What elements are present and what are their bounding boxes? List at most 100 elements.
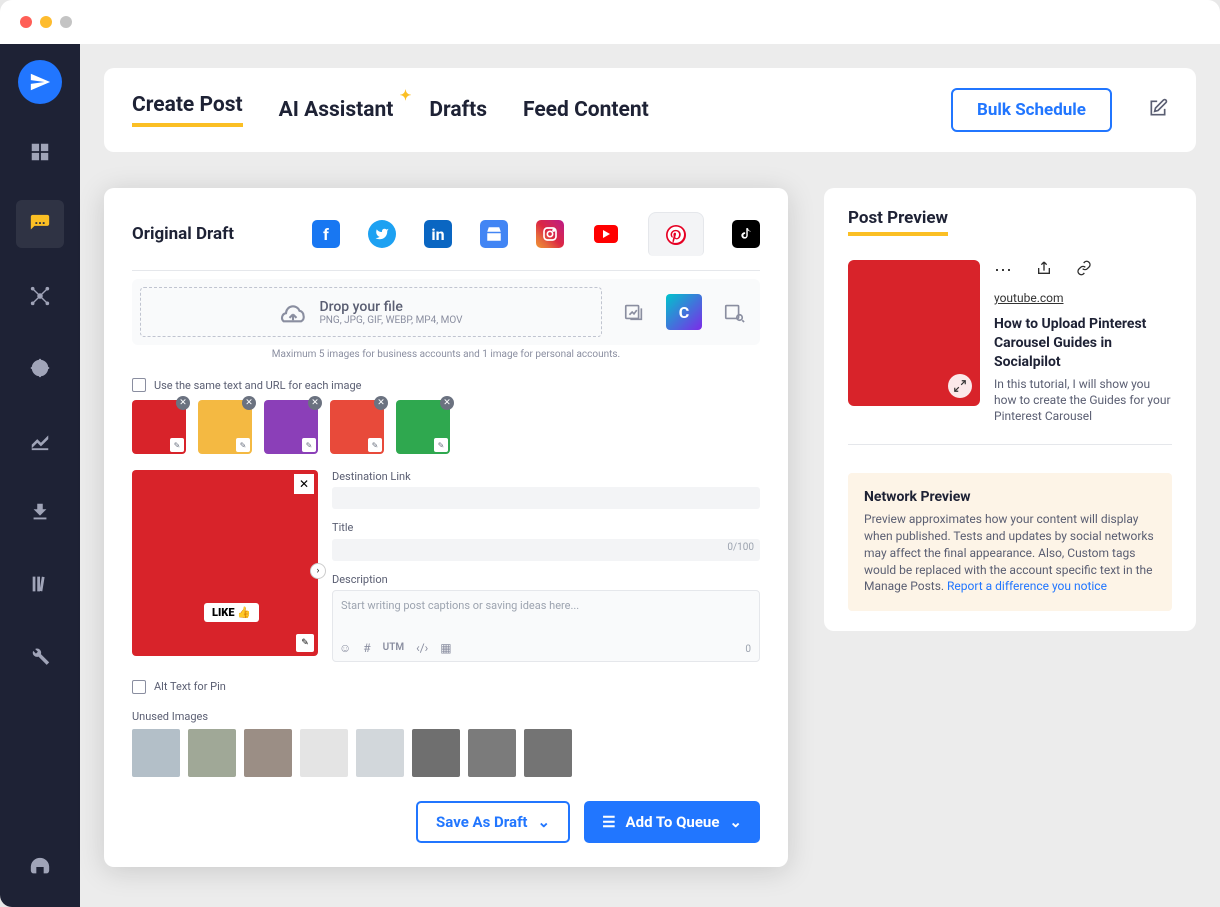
sidebar-target[interactable] [16,344,64,392]
bulk-schedule-button[interactable]: Bulk Schedule [951,88,1112,132]
window-titlebar [0,0,1220,44]
title-counter: 0/100 [727,542,754,553]
tab-create-post[interactable]: Create Post [132,93,243,127]
chevron-down-icon: ⌄ [538,813,551,831]
thumb-4[interactable]: ✕✎ [330,400,384,454]
link-icon[interactable] [1076,260,1092,281]
emoji-icon[interactable]: ☺ [339,641,351,655]
file-drop-zone[interactable]: Drop your file PNG, JPG, GIF, WEBP, MP4,… [140,287,602,337]
save-draft-button[interactable]: Save As Draft⌄ [416,801,570,843]
same-text-checkbox[interactable] [132,378,146,392]
expand-icon[interactable] [948,374,972,398]
linkedin-icon[interactable]: in [424,220,452,248]
thumb-remove-icon[interactable]: ✕ [308,396,322,410]
minimize-dot[interactable] [40,16,52,28]
thumb-3[interactable]: ✕✎ [264,400,318,454]
top-tabs: Create Post AI Assistant✦ Drafts Feed Co… [104,68,1196,152]
draft-editor: Original Draft f in [104,188,788,867]
unused-images [132,729,760,777]
preview-description: In this tutorial, I will show you how to… [994,376,1172,425]
chevron-down-icon: ⌄ [729,813,742,831]
sidebar-analytics[interactable] [16,416,64,464]
logo-icon[interactable] [18,60,62,104]
post-preview-panel: Post Preview ⋯ youtube.com [824,188,1196,631]
alt-text-checkbox[interactable] [132,680,146,694]
title-label: Title [332,521,760,534]
facebook-icon[interactable]: f [312,220,340,248]
like-badge: LIKE 👍 [204,603,259,622]
youtube-icon[interactable] [592,220,620,248]
sidebar-library[interactable] [16,560,64,608]
sidebar-support[interactable] [16,843,64,891]
media-library-icon[interactable] [616,294,652,330]
preview-headline: How to Upload Pinterest Carousel Guides … [994,315,1172,372]
title-input[interactable] [332,539,760,561]
upload-limit-note: Maximum 5 images for business accounts a… [132,349,760,360]
unused-thumb[interactable] [188,729,236,777]
canva-icon[interactable]: C [666,294,702,330]
drop-formats: PNG, JPG, GIF, WEBP, MP4, MOV [319,315,462,326]
thumb-remove-icon[interactable]: ✕ [440,396,454,410]
close-icon[interactable]: ✕ [294,474,314,494]
tiktok-icon[interactable] [732,220,760,248]
thumb-1[interactable]: ✕✎ [132,400,186,454]
description-placeholder: Start writing post captions or saving id… [341,599,579,612]
tab-drafts[interactable]: Drafts [429,98,487,122]
destination-link-label: Destination Link [332,470,760,483]
thumb-5[interactable]: ✕✎ [396,400,450,454]
image-thumbnails: ✕✎ ✕✎ ✕✎ ✕✎ ✕✎ [132,400,760,454]
tab-ai-assistant[interactable]: AI Assistant✦ [279,98,394,122]
close-dot[interactable] [20,16,32,28]
report-link[interactable]: Report a difference you notice [947,579,1107,593]
pinterest-icon[interactable] [648,212,704,256]
destination-link-input[interactable] [332,487,760,509]
more-icon[interactable]: ⋯ [994,260,1012,281]
maximize-dot[interactable] [60,16,72,28]
sparkle-icon: ✦ [400,88,412,104]
description-counter: 0 [745,644,751,655]
thumb-edit-icon[interactable]: ✎ [302,438,316,452]
edit-image-icon[interactable]: ✎ [296,634,314,652]
tab-ai-label: AI Assistant [279,98,394,122]
unused-thumb[interactable] [300,729,348,777]
same-text-label: Use the same text and URL for each image [154,379,361,392]
preview-image [848,260,980,406]
preview-url[interactable]: youtube.com [994,291,1172,305]
unused-thumb[interactable] [468,729,516,777]
utm-button[interactable]: UTM [383,642,404,653]
unused-thumb[interactable] [412,729,460,777]
thumb-remove-icon[interactable]: ✕ [242,396,256,410]
thumb-edit-icon[interactable]: ✎ [368,438,382,452]
sidebar-dashboard[interactable] [16,128,64,176]
thumb-remove-icon[interactable]: ✕ [176,396,190,410]
thumb-edit-icon[interactable]: ✎ [236,438,250,452]
thumb-edit-icon[interactable]: ✎ [434,438,448,452]
hashtag-icon[interactable]: # [363,641,370,655]
sidebar-inbox[interactable] [16,488,64,536]
template-icon[interactable]: ▦ [440,641,451,655]
unused-thumb[interactable] [356,729,404,777]
compose-icon[interactable] [1148,98,1168,122]
instagram-icon[interactable] [536,220,564,248]
code-icon[interactable]: ‹/› [416,641,428,655]
unused-thumb[interactable] [244,729,292,777]
sidebar-posts[interactable] [16,200,64,248]
image-search-icon[interactable] [716,294,752,330]
unused-thumb[interactable] [132,729,180,777]
tab-feed-content[interactable]: Feed Content [523,98,649,122]
sidebar-tools[interactable] [16,632,64,680]
sidebar-network[interactable] [16,272,64,320]
selected-image: ✕ › ✎ LIKE 👍 [132,470,318,656]
thumb-edit-icon[interactable]: ✎ [170,438,184,452]
next-arrow-icon[interactable]: › [310,563,326,579]
description-input[interactable]: Start writing post captions or saving id… [332,590,760,662]
share-icon[interactable] [1036,260,1052,281]
alt-text-label: Alt Text for Pin [154,680,226,693]
queue-icon: ☰ [602,813,615,831]
add-to-queue-button[interactable]: ☰Add To Queue⌄ [584,801,760,843]
twitter-icon[interactable] [368,220,396,248]
unused-thumb[interactable] [524,729,572,777]
google-business-icon[interactable] [480,220,508,248]
thumb-2[interactable]: ✕✎ [198,400,252,454]
thumb-remove-icon[interactable]: ✕ [374,396,388,410]
